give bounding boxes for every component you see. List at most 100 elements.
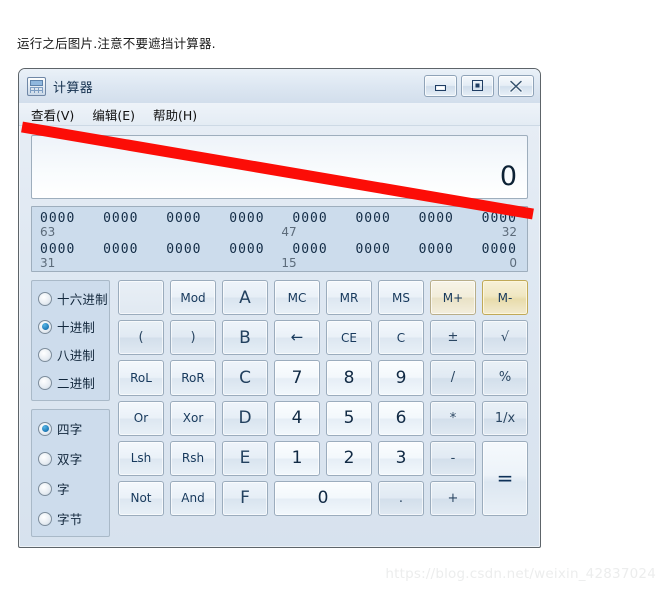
key-divide[interactable]: / bbox=[430, 360, 476, 396]
key-multiply[interactable]: * bbox=[430, 400, 476, 436]
bit-group[interactable]: 0000 bbox=[292, 242, 327, 257]
key-ce[interactable]: CE bbox=[326, 320, 372, 356]
radio-qword[interactable]: 四字 bbox=[38, 419, 103, 438]
key-xor[interactable]: Xor bbox=[170, 400, 216, 436]
instruction-caption: 运行之后图片.注意不要遮挡计算器. bbox=[17, 36, 216, 51]
window-titlebar[interactable]: 计算器 bbox=[19, 69, 540, 103]
key-equals[interactable]: = bbox=[482, 440, 528, 516]
key-clear[interactable]: C bbox=[378, 320, 424, 356]
calculator-icon bbox=[27, 76, 46, 96]
number-base-group: 十六进制 十进制 八进制 二进制 bbox=[31, 280, 110, 401]
bit-group[interactable]: 0000 bbox=[166, 242, 201, 257]
key-sign-toggle[interactable]: ± bbox=[430, 320, 476, 356]
radio-dot-binary[interactable] bbox=[38, 375, 52, 390]
key-e[interactable]: E bbox=[222, 440, 268, 476]
menu-item-edit[interactable]: 编辑(E) bbox=[90, 104, 137, 125]
radio-dot-qword[interactable] bbox=[38, 421, 52, 436]
radio-dot-word[interactable] bbox=[38, 481, 52, 496]
radio-dot-decimal[interactable] bbox=[38, 319, 52, 334]
key-or[interactable]: Or bbox=[118, 400, 164, 436]
key-mc[interactable]: MC bbox=[274, 280, 320, 316]
close-button[interactable] bbox=[498, 75, 534, 97]
minimize-button[interactable] bbox=[424, 75, 457, 97]
key-1[interactable]: 1 bbox=[274, 440, 320, 476]
radio-label-hexadecimal: 十六进制 bbox=[57, 292, 108, 307]
bit-display[interactable]: 0000 0000 0000 0000 0000 0000 0000 0000 … bbox=[31, 206, 528, 272]
window-title: 计算器 bbox=[53, 80, 94, 96]
radio-decimal[interactable]: 十进制 bbox=[38, 317, 103, 336]
bit-row-high: 0000 0000 0000 0000 0000 0000 0000 0000 … bbox=[40, 211, 519, 242]
key-not[interactable]: Not bbox=[118, 480, 164, 516]
radio-dot-dword[interactable] bbox=[38, 451, 52, 466]
key-0[interactable]: 0 bbox=[274, 480, 372, 516]
radio-dot-byte[interactable] bbox=[38, 511, 52, 526]
radio-dot-hexadecimal[interactable] bbox=[38, 291, 52, 306]
key-rsh[interactable]: Rsh bbox=[170, 440, 216, 476]
key-lsh[interactable]: Lsh bbox=[118, 440, 164, 476]
bit-index-31: 31 bbox=[40, 256, 56, 270]
bit-group[interactable]: 0000 bbox=[292, 211, 327, 226]
key-ror[interactable]: RoR bbox=[170, 360, 216, 396]
key-m-plus[interactable]: M+ bbox=[430, 280, 476, 316]
key-decimal-point[interactable]: . bbox=[378, 480, 424, 516]
key-paren-close[interactable]: ) bbox=[170, 320, 216, 356]
key-subtract[interactable]: - bbox=[430, 440, 476, 476]
key-backspace[interactable]: ← bbox=[274, 320, 320, 356]
bit-group[interactable]: 0000 bbox=[166, 211, 201, 226]
key-c-hex[interactable]: C bbox=[222, 360, 268, 396]
bit-group[interactable]: 0000 bbox=[482, 211, 517, 226]
bit-index-32: 32 bbox=[501, 225, 517, 239]
radio-hexadecimal[interactable]: 十六进制 bbox=[38, 289, 108, 308]
bit-group[interactable]: 0000 bbox=[355, 242, 390, 257]
radio-word[interactable]: 字 bbox=[38, 479, 103, 498]
key-f[interactable]: F bbox=[222, 480, 268, 516]
bit-group[interactable]: 0000 bbox=[419, 242, 454, 257]
key-rol[interactable]: RoL bbox=[118, 360, 164, 396]
key-9[interactable]: 9 bbox=[378, 360, 424, 396]
radio-byte[interactable]: 字节 bbox=[38, 509, 103, 528]
key-3[interactable]: 3 bbox=[378, 440, 424, 476]
key-blank bbox=[118, 280, 164, 316]
key-and[interactable]: And bbox=[170, 480, 216, 516]
key-a[interactable]: A bbox=[222, 280, 268, 316]
bit-group[interactable]: 0000 bbox=[229, 242, 264, 257]
bit-group[interactable]: 0000 bbox=[40, 211, 75, 226]
key-5[interactable]: 5 bbox=[326, 400, 372, 436]
bit-group[interactable]: 0000 bbox=[355, 211, 390, 226]
bit-index-15: 15 bbox=[281, 256, 297, 270]
radio-binary[interactable]: 二进制 bbox=[38, 373, 103, 392]
maximize-button[interactable] bbox=[461, 75, 494, 97]
key-4[interactable]: 4 bbox=[274, 400, 320, 436]
key-m-minus[interactable]: M- bbox=[482, 280, 528, 316]
bit-group[interactable]: 0000 bbox=[482, 242, 517, 257]
bit-group[interactable]: 0000 bbox=[419, 211, 454, 226]
radio-label-decimal: 十进制 bbox=[57, 320, 96, 335]
key-8[interactable]: 8 bbox=[326, 360, 372, 396]
radio-octal[interactable]: 八进制 bbox=[38, 345, 103, 364]
key-6[interactable]: 6 bbox=[378, 400, 424, 436]
key-sqrt[interactable]: √ bbox=[482, 320, 528, 356]
key-d[interactable]: D bbox=[222, 400, 268, 436]
bit-group[interactable]: 0000 bbox=[40, 242, 75, 257]
radio-label-byte: 字节 bbox=[57, 512, 83, 527]
menu-bar: 查看(V) 编辑(E) 帮助(H) bbox=[19, 103, 540, 126]
radio-dot-octal[interactable] bbox=[38, 347, 52, 362]
bit-group[interactable]: 0000 bbox=[229, 211, 264, 226]
radio-dword[interactable]: 双字 bbox=[38, 449, 103, 468]
key-percent[interactable]: % bbox=[482, 360, 528, 396]
key-paren-open[interactable]: ( bbox=[118, 320, 164, 356]
key-b[interactable]: B bbox=[222, 320, 268, 356]
menu-item-view[interactable]: 查看(V) bbox=[29, 104, 76, 125]
key-add[interactable]: + bbox=[430, 480, 476, 516]
key-reciprocal[interactable]: 1/x bbox=[482, 400, 528, 436]
key-mr[interactable]: MR bbox=[326, 280, 372, 316]
key-ms[interactable]: MS bbox=[378, 280, 424, 316]
bit-index-0: 0 bbox=[509, 256, 517, 270]
key-2[interactable]: 2 bbox=[326, 440, 372, 476]
key-mod[interactable]: Mod bbox=[170, 280, 216, 316]
menu-item-help[interactable]: 帮助(H) bbox=[151, 104, 199, 125]
bit-group[interactable]: 0000 bbox=[103, 211, 138, 226]
bit-group[interactable]: 0000 bbox=[103, 242, 138, 257]
key-7[interactable]: 7 bbox=[274, 360, 320, 396]
calculator-window: 计算器 查看(V) 编辑(E) 帮助(H) 0 0000 0000 0000 0… bbox=[18, 68, 541, 548]
